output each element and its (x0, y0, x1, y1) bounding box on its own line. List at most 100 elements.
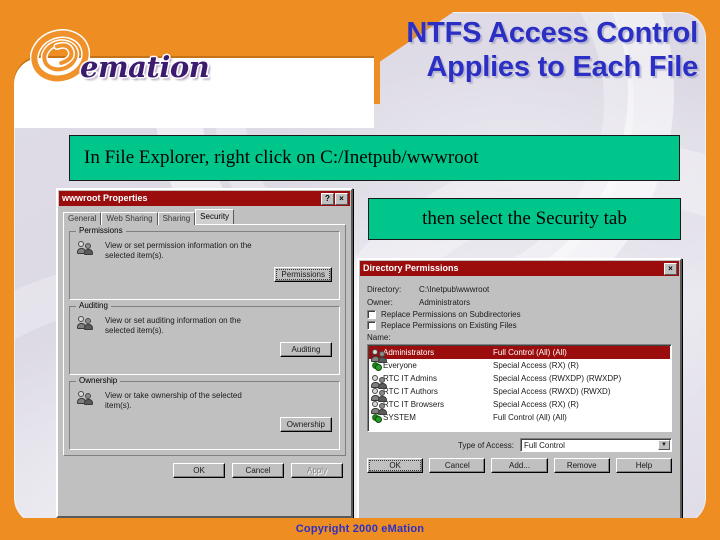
list-item-name: RTC IT Admins (383, 374, 437, 383)
permissions-dialog-title: Directory Permissions (363, 263, 459, 273)
permissions-button[interactable]: Permissions (274, 267, 332, 282)
list-item-name: Administrators (383, 348, 435, 357)
list-item-name: SYSTEM (383, 413, 416, 422)
tab-web-sharing[interactable]: Web Sharing (101, 212, 158, 225)
permissions-dialog-body: Directory: C:\Inetpub\wwwroot Owner: Adm… (359, 277, 680, 479)
list-item[interactable]: Administrators Full Control (All) (All) (369, 346, 670, 363)
name-label: Name: (367, 333, 391, 342)
owner-row: Owner: Administrators (367, 297, 672, 308)
permissions-group: Permissions View or set permission infor… (69, 226, 340, 300)
auditing-description-line1: View or set auditing information on the (105, 316, 241, 325)
remove-button[interactable]: Remove (553, 458, 610, 473)
list-item[interactable]: RTC IT Authors Special Access (RWXD) (RW… (369, 385, 670, 402)
list-item-permission: Full Control (All) (All) (493, 348, 567, 357)
replace-existing-files-row[interactable]: Replace Permissions on Existing Files (367, 321, 672, 330)
permissions-dialog-titlebar[interactable]: Directory Permissions × (360, 261, 679, 276)
replace-subdirectories-row[interactable]: Replace Permissions on Subdirectories (367, 310, 672, 319)
directory-permissions-dialog[interactable]: Directory Permissions × Directory: C:\In… (357, 258, 682, 520)
page-title: NTFS Access Control Applies to Each File (268, 16, 698, 84)
list-item-permission: Special Access (RWXD) (RWXD) (493, 387, 611, 396)
permissions-dialog-buttons: OK Cancel Add... Remove Help (367, 458, 673, 473)
users-icon (371, 387, 387, 402)
list-item-permission: Special Access (RX) (R) (493, 361, 579, 370)
close-icon[interactable]: × (664, 262, 677, 275)
users-icon (77, 390, 97, 408)
help-button[interactable]: ? (321, 192, 334, 205)
close-icon[interactable]: × (335, 192, 348, 205)
users-icon (77, 315, 97, 333)
page-title-line2: Applies to Each File (426, 51, 698, 83)
ownership-description-line1: View or take ownership of the selected (105, 391, 242, 400)
list-item-permission: Full Control (All) (All) (493, 413, 567, 422)
properties-dialog-footer: OK Cancel Apply (58, 456, 351, 484)
type-of-access-value: Full Control (524, 440, 565, 450)
permissions-dialog-window-buttons: × (664, 262, 677, 275)
directory-label: Directory: (367, 285, 402, 294)
ownership-group: Ownership View or take ownership of the … (69, 376, 340, 450)
add-button[interactable]: Add... (491, 458, 548, 473)
callout-file-explorer: In File Explorer, right click on C:/Inet… (69, 135, 680, 181)
auditing-group: Auditing View or set auditing informatio… (69, 301, 340, 375)
owner-label: Owner: (367, 298, 393, 307)
replace-existing-files-label: Replace Permissions on Existing Files (381, 321, 517, 330)
permissions-description-line1: View or set permission information on th… (105, 241, 252, 250)
auditing-description-line2: selected item(s). (105, 326, 164, 335)
ownership-description-line2: item(s). (105, 401, 132, 410)
users-icon (77, 240, 97, 258)
ownership-button[interactable]: Ownership (279, 417, 332, 432)
wwwroot-properties-dialog[interactable]: wwwroot Properties ? × General Web Shari… (56, 188, 353, 518)
cancel-button[interactable]: Cancel (232, 463, 284, 478)
emation-wordmark: emation (80, 50, 210, 84)
copyright-text: Copyright 2000 eMation (295, 523, 425, 535)
properties-dialog-titlebar[interactable]: wwwroot Properties ? × (59, 191, 350, 206)
auditing-button[interactable]: Auditing (280, 342, 332, 357)
list-item[interactable]: SYSTEM Full Control (All) (All) (369, 411, 670, 424)
chevron-down-icon[interactable]: ▼ (658, 440, 670, 450)
auditing-description: View or set auditing information on the … (105, 315, 241, 336)
replace-existing-files-checkbox[interactable] (367, 321, 376, 330)
ok-button[interactable]: OK (367, 458, 424, 473)
ok-button[interactable]: OK (173, 463, 225, 478)
list-item-permission: Special Access (RX) (R) (493, 400, 579, 409)
replace-subdirectories-label: Replace Permissions on Subdirectories (381, 310, 521, 319)
type-of-access-label: Type of Access: (457, 440, 514, 450)
properties-dialog-title: wwwroot Properties (62, 193, 148, 203)
permissions-description-line2: selected item(s). (105, 251, 164, 260)
directory-row: Directory: C:\Inetpub\wwwroot (367, 284, 672, 295)
auditing-group-label: Auditing (76, 301, 111, 310)
callout-security-tab: then select the Security tab (368, 198, 681, 240)
tab-security[interactable]: Security (195, 209, 235, 224)
help-button[interactable]: Help (615, 458, 673, 473)
cancel-button[interactable]: Cancel (429, 458, 486, 473)
list-item-name: Everyone (383, 361, 417, 370)
ownership-group-label: Ownership (76, 376, 121, 385)
list-item[interactable]: RTC IT Browsers Special Access (RX) (R) (369, 398, 670, 415)
permissions-description: View or set permission information on th… (105, 240, 252, 261)
footer-band: Copyright 2000 eMation (0, 518, 720, 540)
users-icon (371, 400, 387, 415)
emation-logo: emation (24, 28, 239, 92)
type-of-access-row: Type of Access: Full Control ▼ (367, 438, 672, 452)
owner-value: Administrators (419, 298, 471, 307)
tab-general[interactable]: General (63, 212, 102, 225)
ownership-description: View or take ownership of the selected i… (105, 390, 242, 411)
tab-sharing[interactable]: Sharing (157, 212, 196, 225)
globe-icon (371, 413, 383, 423)
list-item[interactable]: Everyone Special Access (RX) (R) (369, 359, 670, 372)
users-icon (371, 348, 387, 363)
list-item-name: RTC IT Authors (383, 387, 438, 396)
list-item-name: RTC IT Browsers (383, 400, 445, 409)
list-item[interactable]: RTC IT Admins Special Access (RWXDP) (RW… (369, 372, 670, 389)
directory-value: C:\Inetpub\wwwroot (419, 285, 490, 294)
list-item-permission: Special Access (RWXDP) (RWXDP) (493, 374, 622, 383)
security-tab-panel: Permissions View or set permission infor… (63, 224, 346, 456)
permissions-list[interactable]: Administrators Full Control (All) (All) … (367, 344, 672, 432)
properties-tab-strip[interactable]: General Web Sharing Sharing Security (58, 207, 351, 225)
properties-dialog-window-buttons: ? × (321, 192, 348, 205)
replace-subdirectories-checkbox[interactable] (367, 310, 376, 319)
type-of-access-select[interactable]: Full Control ▼ (520, 438, 672, 452)
slide-canvas: emation NTFS Access Control Applies to E… (0, 0, 720, 540)
users-icon (371, 374, 387, 389)
globe-icon (371, 361, 383, 371)
apply-button[interactable]: Apply (291, 463, 343, 478)
